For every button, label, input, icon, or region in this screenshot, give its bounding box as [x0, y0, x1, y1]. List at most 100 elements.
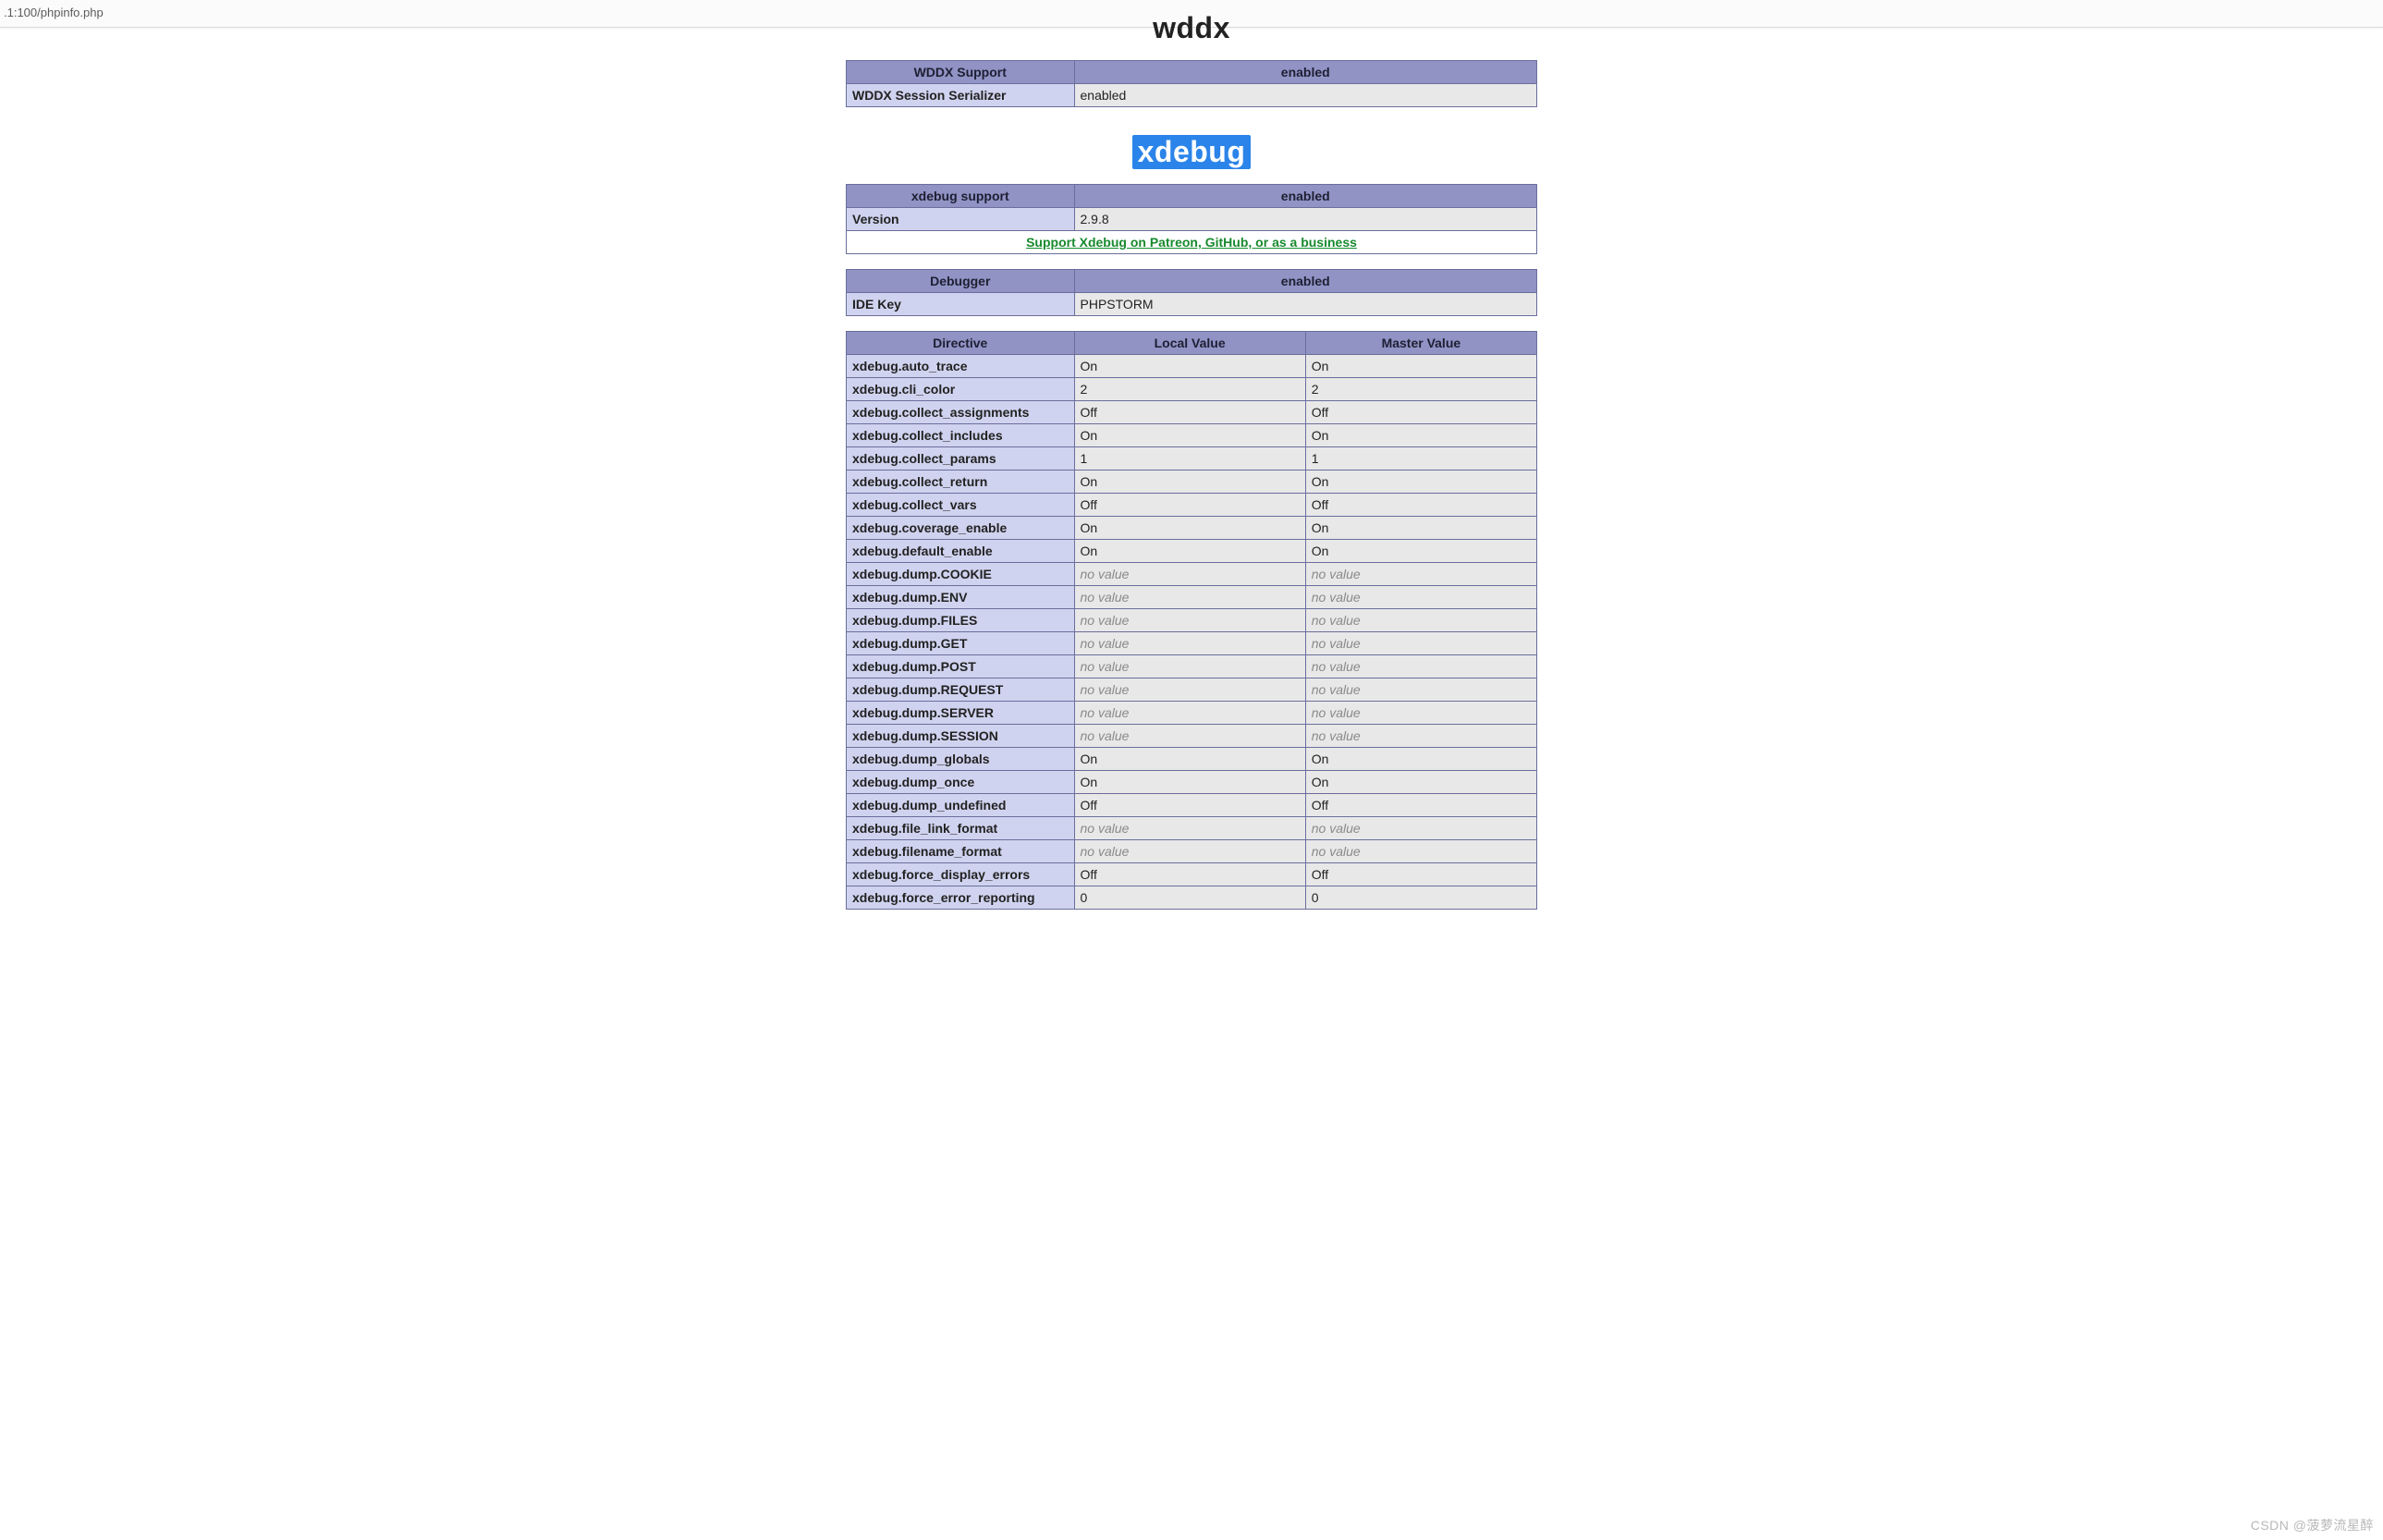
- local-value: no value: [1074, 586, 1305, 609]
- table-row: xdebug.dump.SERVERno valueno value: [847, 702, 1537, 725]
- table-row: xdebug.dump.GETno valueno value: [847, 632, 1537, 655]
- directive-name: xdebug.dump.FILES: [847, 609, 1075, 632]
- directive-name: xdebug.coverage_enable: [847, 517, 1075, 540]
- table-row: xdebug.filename_formatno valueno value: [847, 840, 1537, 863]
- directive-value: 2.9.8: [1074, 208, 1537, 231]
- table-row: xdebug.dump.ENVno valueno value: [847, 586, 1537, 609]
- table-row: WDDX Session Serializerenabled: [847, 84, 1537, 107]
- directive-name: xdebug.cli_color: [847, 378, 1075, 401]
- directives-header-local: Local Value: [1074, 332, 1305, 355]
- table-row: xdebug.coverage_enableOnOn: [847, 517, 1537, 540]
- master-value: Off: [1305, 863, 1536, 886]
- directive-name: xdebug.dump.COOKIE: [847, 563, 1075, 586]
- local-value: Off: [1074, 494, 1305, 517]
- local-value: no value: [1074, 678, 1305, 702]
- master-value: no value: [1305, 840, 1536, 863]
- master-value: Off: [1305, 494, 1536, 517]
- directive-name: xdebug.dump.ENV: [847, 586, 1075, 609]
- directive-name: xdebug.dump.SERVER: [847, 702, 1075, 725]
- local-value: no value: [1074, 563, 1305, 586]
- master-value: no value: [1305, 563, 1536, 586]
- directive-name: xdebug.dump.POST: [847, 655, 1075, 678]
- csdn-watermark: CSDN @菠萝流星醉: [2251, 1516, 2374, 1534]
- table-row: xdebug.force_error_reporting00: [847, 886, 1537, 910]
- table-row: xdebug.dump_undefinedOffOff: [847, 794, 1537, 817]
- directive-name: xdebug.collect_return: [847, 471, 1075, 494]
- table-row: IDE KeyPHPSTORM: [847, 293, 1537, 316]
- master-value: On: [1305, 517, 1536, 540]
- table-header-row: Debugger enabled: [847, 270, 1537, 293]
- local-value: Off: [1074, 863, 1305, 886]
- wddx-support-header-left: WDDX Support: [847, 61, 1075, 84]
- table-row: xdebug.collect_varsOffOff: [847, 494, 1537, 517]
- xdebug-support-table: xdebug support enabled Version2.9.8 Supp…: [846, 184, 1537, 254]
- directive-name: xdebug.force_error_reporting: [847, 886, 1075, 910]
- table-row: xdebug.default_enableOnOn: [847, 540, 1537, 563]
- master-value: On: [1305, 540, 1536, 563]
- master-value: 1: [1305, 447, 1536, 471]
- local-value: On: [1074, 517, 1305, 540]
- directive-name: xdebug.file_link_format: [847, 817, 1075, 840]
- local-value: On: [1074, 771, 1305, 794]
- directive-name: xdebug.dump.REQUEST: [847, 678, 1075, 702]
- xdebug-directives-table: Directive Local Value Master Value xdebu…: [846, 331, 1537, 910]
- table-row: xdebug.dump.POSTno valueno value: [847, 655, 1537, 678]
- master-value: 2: [1305, 378, 1536, 401]
- local-value: no value: [1074, 702, 1305, 725]
- table-row: xdebug.force_display_errorsOffOff: [847, 863, 1537, 886]
- local-value: 2: [1074, 378, 1305, 401]
- directive-name: xdebug.auto_trace: [847, 355, 1075, 378]
- xdebug-support-link-row: Support Xdebug on Patreon, GitHub, or as…: [847, 231, 1537, 254]
- local-value: 1: [1074, 447, 1305, 471]
- directive-name: xdebug.dump.SESSION: [847, 725, 1075, 748]
- master-value: no value: [1305, 725, 1536, 748]
- directives-header-master: Master Value: [1305, 332, 1536, 355]
- directive-name: WDDX Session Serializer: [847, 84, 1075, 107]
- directive-name: xdebug.dump.GET: [847, 632, 1075, 655]
- local-value: On: [1074, 424, 1305, 447]
- master-value: On: [1305, 771, 1536, 794]
- master-value: On: [1305, 471, 1536, 494]
- master-value: no value: [1305, 678, 1536, 702]
- table-row: xdebug.dump.FILESno valueno value: [847, 609, 1537, 632]
- local-value: no value: [1074, 840, 1305, 863]
- phpinfo-page: wddx WDDX Support enabled WDDX Session S…: [0, 28, 2383, 961]
- wddx-support-table: WDDX Support enabled WDDX Session Serial…: [846, 60, 1537, 107]
- table-row: xdebug.cli_color22: [847, 378, 1537, 401]
- table-row: xdebug.dump_globalsOnOn: [847, 748, 1537, 771]
- directive-name: IDE Key: [847, 293, 1075, 316]
- master-value: no value: [1305, 817, 1536, 840]
- local-value: no value: [1074, 817, 1305, 840]
- master-value: On: [1305, 424, 1536, 447]
- table-row: xdebug.collect_returnOnOn: [847, 471, 1537, 494]
- local-value: On: [1074, 748, 1305, 771]
- local-value: On: [1074, 540, 1305, 563]
- master-value: no value: [1305, 632, 1536, 655]
- local-value: no value: [1074, 725, 1305, 748]
- xdebug-debugger-table: Debugger enabled IDE KeyPHPSTORM: [846, 269, 1537, 316]
- master-value: no value: [1305, 655, 1536, 678]
- table-row: xdebug.dump.COOKIEno valueno value: [847, 563, 1537, 586]
- table-row: xdebug.file_link_formatno valueno value: [847, 817, 1537, 840]
- master-value: On: [1305, 355, 1536, 378]
- table-row: xdebug.collect_includesOnOn: [847, 424, 1537, 447]
- wddx-support-header-right: enabled: [1074, 61, 1537, 84]
- local-value: On: [1074, 471, 1305, 494]
- directive-name: xdebug.filename_format: [847, 840, 1075, 863]
- xdebug-support-header-right: enabled: [1074, 185, 1537, 208]
- master-value: no value: [1305, 702, 1536, 725]
- directive-value: PHPSTORM: [1074, 293, 1537, 316]
- table-header-row: xdebug support enabled: [847, 185, 1537, 208]
- local-value: On: [1074, 355, 1305, 378]
- directive-name: Version: [847, 208, 1075, 231]
- table-row: xdebug.dump_onceOnOn: [847, 771, 1537, 794]
- master-value: Off: [1305, 794, 1536, 817]
- xdebug-support-link[interactable]: Support Xdebug on Patreon, GitHub, or as…: [1026, 235, 1357, 250]
- table-row: Version2.9.8: [847, 208, 1537, 231]
- directive-name: xdebug.default_enable: [847, 540, 1075, 563]
- directive-name: xdebug.dump_once: [847, 771, 1075, 794]
- directive-name: xdebug.collect_includes: [847, 424, 1075, 447]
- directive-name: xdebug.collect_vars: [847, 494, 1075, 517]
- master-value: no value: [1305, 586, 1536, 609]
- table-header-row: Directive Local Value Master Value: [847, 332, 1537, 355]
